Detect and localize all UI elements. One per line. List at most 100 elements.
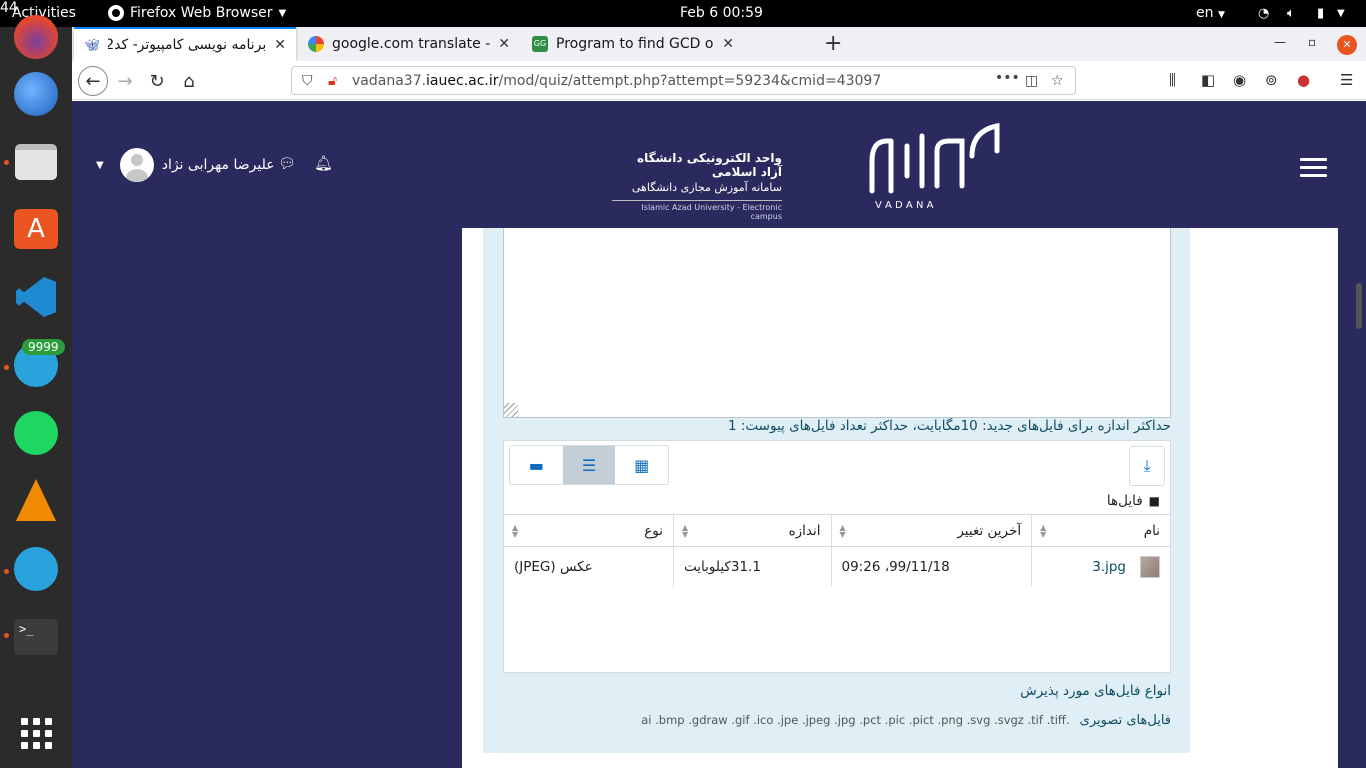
logo-line-2: سامانه آموزش مجازی دانشگاهی [631, 181, 782, 194]
vadana-logo: V A D A N A [869, 122, 1000, 211]
terminal-icon[interactable]: >_ [12, 613, 60, 661]
chevron-down-icon: ▼ [96, 159, 104, 171]
view-switcher: ▬ ☰ ▦ [509, 445, 669, 485]
table-row[interactable]: 3.jpg 99/11/18، 09:26 31.1کیلوبایت عکس (… [504, 546, 1170, 587]
gnome-top-bar: Activities Firefox Web Browser ▼ Feb 6 0… [0, 0, 1366, 27]
account-icon[interactable]: ◉ [1233, 71, 1246, 89]
vscode-icon[interactable] [12, 273, 60, 321]
download-icon[interactable]: ⤓ [1129, 446, 1165, 486]
app-menu-icon[interactable]: ☰ [1340, 71, 1353, 89]
file-name-cell[interactable]: 3.jpg [1031, 546, 1170, 587]
wifi-icon[interactable]: ◔ [1258, 6, 1269, 21]
volume-icon[interactable]: 🔈︎ [1287, 6, 1295, 21]
university-logo-text: واحد الکترونیکی دانشگاه آزاد اسلامی ساما… [612, 151, 782, 221]
close-icon[interactable]: ✕ [498, 36, 510, 52]
file-name[interactable]: 3.jpg [1092, 559, 1126, 575]
column-size-label: اندازه [788, 522, 821, 539]
spotify-icon[interactable] [12, 409, 60, 457]
tab-title: برنامه نویسی کامپیوتر- کد2 [108, 37, 267, 53]
thunderbird-icon[interactable] [12, 70, 60, 118]
shield-icon[interactable]: ⛉ [302, 73, 313, 89]
extension-icon[interactable]: ⊚ [1265, 71, 1278, 89]
running-indicator [4, 365, 9, 370]
vlc-icon[interactable] [12, 476, 60, 524]
library-icon[interactable]: ⫼ [1169, 71, 1176, 89]
tab-gcd-program[interactable]: GG Program to find GCD or H ✕ [522, 27, 744, 61]
window-close-button[interactable]: ✕ [1337, 35, 1357, 55]
forward-button[interactable]: → [112, 68, 138, 94]
resize-handle[interactable] [504, 403, 518, 417]
sidebar-icon[interactable]: ◧ [1201, 71, 1215, 89]
messages-icon[interactable]: 💬︎ [278, 156, 296, 172]
accepted-group-label: فایل‌های تصویری [1079, 713, 1171, 728]
telegram-unread-badge: 9999 [22, 339, 65, 355]
system-menu-chevron-icon[interactable]: ▼ [1337, 8, 1345, 19]
question-box: حداکثر اندازه برای فایل‌های جدید: 10مگاب… [483, 228, 1190, 753]
firefox-app-icon [108, 5, 124, 21]
column-type-label: نوع [644, 522, 664, 539]
language-indicator[interactable]: en ▼ [1196, 5, 1225, 21]
accepted-extensions: .ai .bmp .gdraw .gif .ico .jpe .jpeg .jp… [641, 713, 1070, 727]
grid-view-icon[interactable]: ▦ [615, 446, 668, 484]
image-thumbnail [1140, 555, 1160, 578]
app-menu[interactable]: Firefox Web Browser ▼ [108, 5, 286, 21]
avatar[interactable] [119, 148, 154, 182]
content-card: حداکثر اندازه برای فایل‌های جدید: 10مگاب… [462, 228, 1338, 768]
url-path: /mod/quiz/attempt.php?attempt=59234&cmid… [498, 72, 882, 89]
sort-icon: ▲ ▼ [682, 523, 689, 539]
maximize-button[interactable]: ▫ [1308, 35, 1316, 49]
navigation-toolbar: ← → ↻ ⌂ ⛉ 🔓︎ vadana37. iauec.ac.ir/mod/qu… [72, 61, 1366, 100]
telegram-desktop-icon[interactable] [12, 545, 60, 593]
sort-icon: ▲ ▼ [839, 523, 846, 539]
folder-view-icon[interactable]: ▬ [510, 446, 563, 484]
hamburger-menu-button[interactable] [1300, 158, 1327, 177]
column-modified-label: آخرین تغییر [957, 522, 1022, 539]
file-manager: ⤓ ▬ ☰ ▦ ■ فایل‌ها نام ▲ ▼ آخرین تغییر ▲ ▼ [503, 440, 1171, 673]
bookmark-star-icon[interactable]: ☆ [1051, 73, 1064, 89]
files-icon[interactable] [12, 138, 60, 186]
google-favicon-icon [308, 36, 324, 52]
column-size[interactable]: اندازه ▲ ▼ [673, 514, 831, 547]
tab-vadana[interactable]: 🦋︎ برنامه نویسی کامپیوتر- کد2 ✕ [74, 27, 296, 61]
home-button[interactable]: ⌂ [176, 68, 202, 94]
minimize-button[interactable]: — [1274, 35, 1286, 49]
tab-title: Program to find GCD or H [556, 36, 714, 52]
accepted-types-list: فایل‌های تصویری .ai .bmp .gdraw .gif .ic… [503, 713, 1171, 728]
running-indicator [4, 569, 9, 574]
new-tab-button[interactable]: + [824, 31, 842, 56]
column-modified[interactable]: آخرین تغییر ▲ ▼ [830, 514, 1032, 547]
back-button[interactable]: ← [78, 66, 108, 96]
url-bar[interactable]: ⛉ 🔓︎ vadana37. iauec.ac.ir/mod/quiz/attem… [291, 66, 1076, 95]
close-icon[interactable]: ✕ [274, 37, 286, 53]
column-type[interactable]: نوع ▲ ▼ [504, 514, 674, 547]
running-indicator [4, 633, 9, 638]
list-view-icon[interactable]: ☰ [562, 446, 616, 484]
pocket-icon[interactable]: ◫ [1025, 73, 1038, 89]
insecure-lock-icon[interactable]: 🔓︎ [328, 73, 337, 89]
url-prefix: vadana37. [352, 72, 427, 89]
software-center-icon[interactable]: A [12, 205, 60, 253]
vadana-favicon-icon: 🦋︎ [84, 37, 100, 53]
tab-google-translate[interactable]: google.com translate - ی ✕ [298, 27, 520, 61]
sort-icon: ▲ ▼ [512, 523, 519, 539]
page-scrollbar[interactable] [1356, 283, 1362, 329]
battery-icon[interactable]: ▮ [1317, 6, 1324, 21]
sort-icon: ▲ ▼ [1040, 523, 1047, 539]
clock[interactable]: Feb 6 00:59 [680, 5, 763, 21]
show-apps-icon[interactable] [12, 709, 60, 757]
logo-line-3: Islamic Azad University - Electronic cam… [612, 200, 782, 221]
reload-button[interactable]: ↻ [144, 68, 170, 94]
tab-title: google.com translate - ی [332, 36, 491, 52]
breadcrumb-files[interactable]: فایل‌ها [1107, 493, 1143, 509]
gfg-favicon-icon: GG [532, 36, 548, 52]
firefox-icon[interactable] [12, 13, 60, 61]
close-icon[interactable]: ✕ [722, 36, 734, 52]
accepted-types-title: انواع فایل‌های مورد پذیرش [1020, 683, 1171, 699]
page-actions-icon[interactable]: ••• [995, 70, 1020, 86]
column-name[interactable]: نام ▲ ▼ [1031, 514, 1170, 547]
language-label: en [1196, 5, 1214, 21]
user-menu[interactable]: ▼ علیرضا مهرابی نژاد [96, 148, 275, 182]
notifications-bell-icon[interactable]: 🔔︎ [314, 154, 333, 172]
answer-editor[interactable] [503, 228, 1171, 418]
extension-red-icon[interactable]: ● [1297, 71, 1310, 89]
